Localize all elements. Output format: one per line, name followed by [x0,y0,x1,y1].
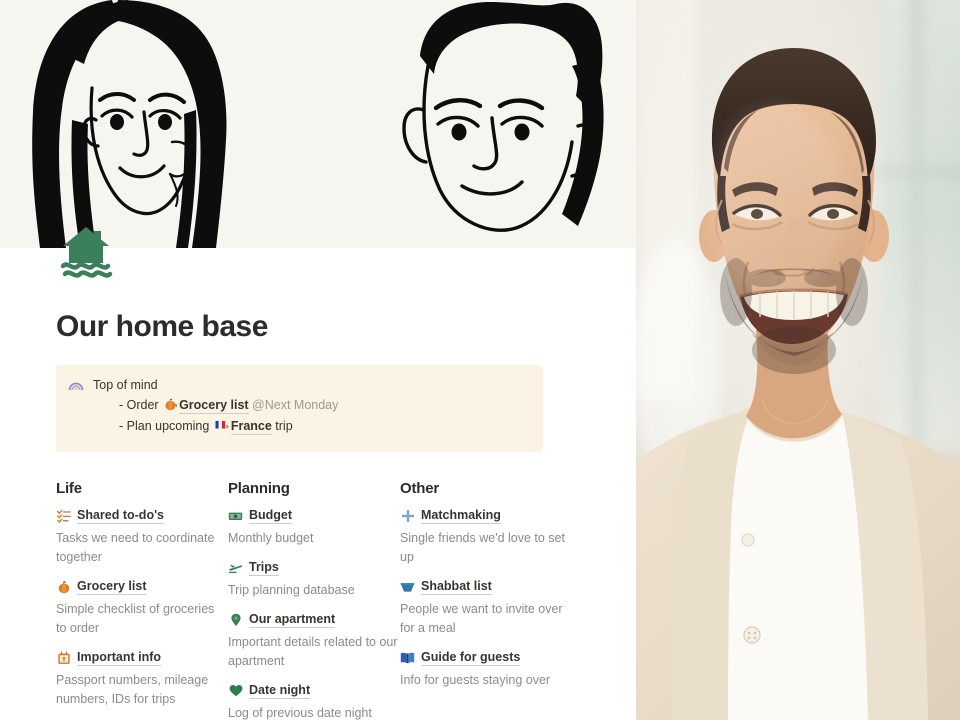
france-flag-icon [215,419,229,438]
column-heading: Planning [228,479,290,497]
list-item[interactable]: Shared to-do's Tasks we need to coordina… [56,508,228,567]
page-link-label: Important info [77,649,162,666]
column-heading: Other [400,479,440,497]
page-link-matchmaking[interactable]: Matchmaking [400,508,572,524]
callout-item-1-link[interactable]: France [230,419,272,436]
callout-item-order: - Order Grocery list @Next Monday [93,396,338,417]
page-link-shabbat-list[interactable]: Shabbat list [400,579,572,595]
page-link-desc: Trip planning database [228,582,355,597]
list-item[interactable]: Important info Passport numbers, mileage… [56,650,228,709]
page-cover-banner[interactable] [0,0,636,248]
checklist-icon [56,508,71,523]
notion-page-panel: Our home base Top of mind - Order Grocer… [0,0,636,720]
page-link-shared-todos[interactable]: Shared to-do's [56,508,228,524]
page-link-label: Our apartment [249,611,336,628]
bowl-icon [400,579,415,594]
column-other: Other Matchmaking Single friends we'd lo… [400,480,572,720]
portrait-photo-panel [636,0,960,720]
airplane-icon [228,560,243,575]
page-link-our-apartment[interactable]: Our apartment [228,612,400,628]
map-pin-icon [228,612,243,627]
page-link-desc: Info for guests staying over [400,672,551,687]
column-heading: Life [56,479,82,497]
callout-item-1-suffix: trip [275,419,293,434]
column-life: Life Shared to-do's Tasks we need to coo… [56,480,228,720]
flooded-house-icon[interactable] [58,222,114,278]
list-item[interactable]: Our apartment Important details related … [228,612,400,671]
page-link-guide-for-guests[interactable]: Guide for guests [400,650,572,666]
banknote-icon [228,508,243,523]
couple-line-art-banner-art [0,0,636,248]
green-heart-icon [228,683,243,698]
page-link-desc: Important details related to our apartme… [228,634,398,668]
callout-item-trip: - Plan upcoming France trip [93,417,338,438]
callout-item-1-prefix: - Plan upcoming [119,419,210,434]
pumpkin-icon [164,398,178,417]
list-item[interactable]: Budget Monthly budget [228,508,400,548]
page-link-desc: Simple checklist of groceries to order [56,601,215,635]
list-item[interactable]: Trips Trip planning database [228,560,400,600]
page-link-date-night[interactable]: Date night [228,683,400,699]
list-item[interactable]: Grocery list Simple checklist of groceri… [56,579,228,638]
page-link-desc: Single friends we'd love to set up [400,530,565,564]
list-item[interactable]: Shabbat list People we want to invite ov… [400,579,572,638]
page-link-budget[interactable]: Budget [228,508,400,524]
list-item[interactable]: Matchmaking Single friends we'd love to … [400,508,572,567]
page-link-label: Trips [249,559,279,576]
pumpkin-icon [56,579,71,594]
page-link-label: Guide for guests [421,649,521,666]
page-title: Our home base [56,310,268,343]
page-link-label: Matchmaking [421,507,501,524]
callout-block[interactable]: Top of mind - Order Grocery list @Next M… [56,364,543,452]
plus-icon [400,508,415,523]
flooded-house-glyph [60,227,113,278]
page-link-desc: Passport numbers, mileage numbers, IDs f… [56,672,209,706]
page-link-label: Shabbat list [421,578,492,595]
portrait-photo-smiling-man [636,0,960,720]
page-link-label: Date night [249,682,311,699]
page-link-label: Shared to-do's [77,507,165,524]
page-link-grocery-list[interactable]: Grocery list [56,579,228,595]
callout-title: Top of mind [93,377,158,392]
page-link-label: Budget [249,507,293,524]
callout-item-0-prefix: - Order [119,397,159,412]
page-link-desc: Log of previous date night memories [228,705,372,720]
rainbow-icon [68,378,84,396]
callout-item-0-link[interactable]: Grocery list [179,397,249,414]
page-content: Our home base Top of mind - Order Grocer… [0,248,636,720]
page-link-trips[interactable]: Trips [228,560,400,576]
card-index-icon [56,650,71,665]
list-item[interactable]: Guide for guests Info for guests staying… [400,650,572,690]
page-link-desc: Monthly budget [228,530,314,545]
page-link-label: Grocery list [77,578,147,595]
page-link-desc: People we want to invite over for a meal [400,601,563,635]
column-planning: Planning Budget Monthly budget Trips Tri… [228,480,400,720]
list-item[interactable]: Date night Log of previous date night me… [228,683,400,720]
page-link-important-info[interactable]: Important info [56,650,228,666]
page-link-desc: Tasks we need to coordinate together [56,530,215,564]
callout-item-0-mention[interactable]: @Next Monday [252,398,338,412]
open-book-icon [400,650,415,665]
column-list: Life Shared to-do's Tasks we need to coo… [56,480,592,720]
